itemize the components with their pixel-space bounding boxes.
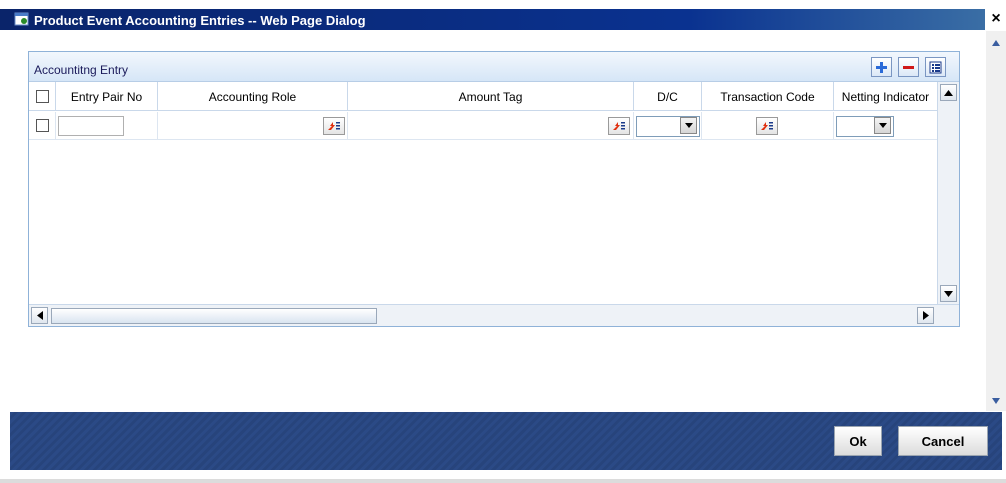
window-vertical-scrollbar[interactable] [986, 31, 1006, 411]
row-select-cell [29, 112, 56, 140]
close-icon: × [991, 10, 1001, 27]
grid-scroll-down-arrow[interactable] [940, 285, 957, 302]
col-netting-indicator[interactable]: Netting Indicator [834, 82, 937, 111]
arrow-right-icon [922, 311, 929, 320]
arrow-up-icon [992, 40, 1000, 46]
window-bottom-border [0, 479, 1006, 483]
table-row [29, 112, 937, 140]
list-of-values-icon [328, 122, 340, 130]
list-view-icon [929, 61, 942, 73]
grid-vertical-scrollbar[interactable] [937, 82, 959, 304]
amount-tag-input[interactable] [350, 116, 606, 136]
entry-pair-no-input[interactable] [58, 116, 124, 136]
select-all-cell [29, 82, 56, 111]
cancel-button[interactable]: Cancel [898, 426, 988, 456]
chevron-down-icon [878, 123, 887, 128]
dc-cell [634, 112, 702, 140]
delete-row-button[interactable] [898, 57, 919, 77]
netting-indicator-cell [834, 112, 937, 140]
grid-scroll-thumb[interactable] [51, 308, 377, 324]
arrow-up-icon [944, 89, 953, 96]
close-button[interactable]: × [988, 11, 1004, 27]
col-dc[interactable]: D/C [634, 82, 702, 111]
row-checkbox[interactable] [36, 119, 49, 132]
dialog-footer: Ok Cancel [10, 412, 1002, 470]
netting-indicator-dropdown-button[interactable] [874, 117, 891, 134]
grid-scroll-left-arrow[interactable] [31, 307, 48, 324]
dialog-window: Product Event Accounting Entries -- Web … [0, 0, 1006, 483]
ok-button[interactable]: Ok [834, 426, 882, 456]
transaction-code-input[interactable] [704, 116, 752, 136]
dc-dropdown-button[interactable] [680, 117, 697, 134]
amount-tag-lov-button[interactable] [608, 117, 630, 135]
accounting-role-cell [158, 112, 348, 140]
grid-horizontal-scrollbar[interactable] [29, 304, 959, 326]
amount-tag-cell [348, 112, 634, 140]
scroll-down-arrow[interactable] [988, 393, 1004, 409]
minus-icon [903, 65, 914, 69]
col-entry-pair-no[interactable]: Entry Pair No [56, 82, 158, 111]
ie-page-icon [14, 12, 29, 26]
section-header: Accountitng Entry [29, 52, 959, 82]
list-of-values-icon [761, 122, 773, 130]
arrow-down-icon [992, 398, 1000, 404]
arrow-down-icon [944, 290, 953, 297]
section-title: Accountitng Entry [34, 63, 129, 77]
title-bar: Product Event Accounting Entries -- Web … [0, 0, 1006, 30]
col-amount-tag[interactable]: Amount Tag [348, 82, 634, 111]
select-all-checkbox[interactable] [35, 90, 49, 103]
grid-scroll-right-arrow[interactable] [917, 307, 934, 324]
accounting-entry-section: Accountitng Entry Entry Pair No Accounti… [28, 51, 960, 327]
single-view-button[interactable] [925, 57, 946, 77]
scroll-up-arrow[interactable] [988, 35, 1004, 51]
transaction-code-cell [702, 112, 834, 140]
window-title: Product Event Accounting Entries -- Web … [34, 13, 366, 28]
grid-header: Entry Pair No Accounting Role Amount Tag… [29, 82, 937, 111]
add-row-button[interactable] [871, 57, 892, 77]
plus-icon [876, 61, 887, 73]
arrow-left-icon [36, 311, 43, 320]
col-transaction-code[interactable]: Transaction Code [702, 82, 834, 111]
col-accounting-role[interactable]: Accounting Role [158, 82, 348, 111]
accounting-role-input[interactable] [160, 116, 320, 136]
chevron-down-icon [684, 123, 693, 128]
grid-scroll-up-arrow[interactable] [940, 84, 957, 101]
list-of-values-icon [613, 122, 625, 130]
accounting-role-lov-button[interactable] [323, 117, 345, 135]
entry-pair-no-cell [56, 112, 158, 140]
transaction-code-lov-button[interactable] [756, 117, 778, 135]
